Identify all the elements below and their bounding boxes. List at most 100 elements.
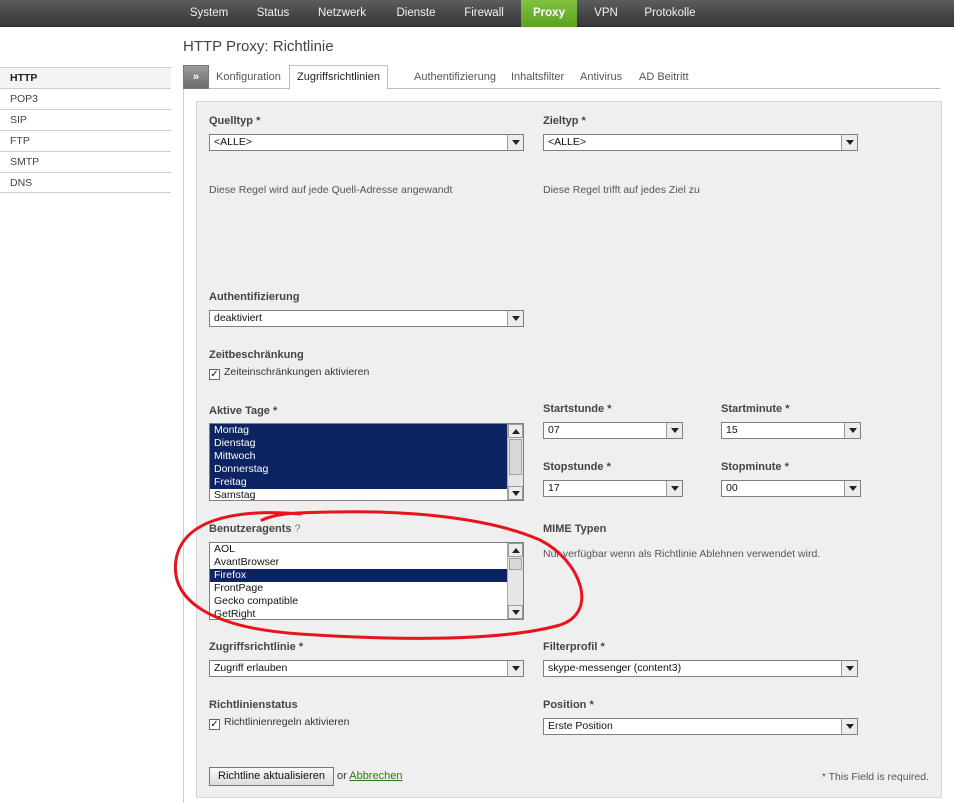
scroll-up-icon[interactable]	[508, 543, 523, 557]
position-label: Position *	[543, 699, 594, 711]
expand-icon[interactable]: »	[183, 65, 209, 89]
startstunde-label: Startstunde *	[543, 403, 612, 415]
chevron-down-icon[interactable]	[666, 423, 682, 438]
agents-listbox[interactable]: AOL AvantBrowser Firefox FrontPage Gecko…	[209, 542, 524, 620]
update-policy-button[interactable]: Richtline aktualisieren	[209, 767, 334, 786]
content-divider	[183, 89, 184, 803]
scroll-thumb[interactable]	[509, 558, 522, 570]
chevron-down-icon[interactable]	[507, 135, 523, 150]
filter-value: skype-messenger (content3)	[548, 662, 682, 674]
mime-label: MIME Typen	[543, 523, 607, 535]
zugriff-select[interactable]: Zugriff erlauben	[209, 660, 524, 677]
or-text: or	[337, 770, 347, 782]
zugriff-value: Zugriff erlauben	[214, 662, 288, 674]
list-item[interactable]: GetRight	[210, 608, 523, 619]
list-item[interactable]: Gecko compatible	[210, 595, 523, 608]
list-item[interactable]: Donnerstag	[210, 463, 523, 476]
position-select[interactable]: Erste Position	[543, 718, 858, 735]
actions-row: or Abbrechen	[337, 770, 402, 782]
position-value: Erste Position	[548, 720, 613, 732]
sidebar: HTTP POP3 SIP FTP SMTP DNS	[0, 67, 171, 193]
chevron-down-icon[interactable]	[507, 661, 523, 676]
chevron-down-icon[interactable]	[666, 481, 682, 496]
list-item[interactable]: Freitag	[210, 476, 523, 489]
stopstunde-select[interactable]: 17	[543, 480, 683, 497]
list-item[interactable]: Mittwoch	[210, 450, 523, 463]
mime-hint: Nur verfügbar wenn als Richtlinie Ablehn…	[543, 548, 821, 560]
policy-form-panel: Quelltyp * <ALLE> Diese Regel wird auf j…	[196, 101, 942, 798]
stopstunde-label: Stopstunde *	[543, 461, 611, 473]
list-item[interactable]: Montag	[210, 424, 523, 437]
filter-select[interactable]: skype-messenger (content3)	[543, 660, 858, 677]
scroll-down-icon[interactable]	[508, 486, 523, 500]
list-item[interactable]: Samstag	[210, 489, 523, 500]
nav-vpn[interactable]: VPN	[587, 0, 625, 27]
nav-protokolle[interactable]: Protokolle	[637, 0, 703, 27]
list-item[interactable]: Dienstag	[210, 437, 523, 450]
quelltyp-hint: Diese Regel wird auf jede Quell-Adresse …	[209, 184, 453, 196]
nav-firewall[interactable]: Firewall	[455, 0, 513, 27]
sidebar-item-http[interactable]: HTTP	[0, 67, 171, 88]
zugriff-label: Zugriffsrichtlinie *	[209, 641, 304, 653]
auth-value: deaktiviert	[214, 312, 262, 324]
stopminute-label: Stopminute *	[721, 461, 789, 473]
tab-zugriffsrichtlinien[interactable]: Zugriffsrichtlinien	[289, 65, 388, 90]
chevron-down-icon[interactable]	[507, 311, 523, 326]
nav-netzwerk[interactable]: Netzwerk	[309, 0, 375, 27]
nav-system[interactable]: System	[181, 0, 237, 27]
nav-status[interactable]: Status	[247, 0, 299, 27]
quelltyp-value: <ALLE>	[214, 136, 252, 148]
tage-listbox[interactable]: Montag Dienstag Mittwoch Donnerstag Frei…	[209, 423, 524, 501]
sidebar-item-smtp[interactable]: SMTP	[0, 151, 171, 172]
tab-authentifizierung[interactable]: Authentifizierung	[407, 65, 503, 89]
agents-label: Benutzeragents?	[209, 523, 301, 535]
help-icon[interactable]: ?	[295, 523, 301, 535]
tab-antivirus[interactable]: Antivirus	[573, 65, 629, 89]
agents-scrollbar[interactable]	[507, 543, 523, 619]
tage-label: Aktive Tage *	[209, 405, 278, 417]
cancel-link[interactable]: Abbrechen	[349, 770, 402, 782]
stopminute-select[interactable]: 00	[721, 480, 861, 497]
startstunde-select[interactable]: 07	[543, 422, 683, 439]
list-item[interactable]: FrontPage	[210, 582, 523, 595]
zeit-checkbox[interactable]: ✓	[209, 369, 220, 380]
chevron-down-icon[interactable]	[844, 423, 860, 438]
status-checkbox[interactable]: ✓	[209, 719, 220, 730]
tab-konfiguration[interactable]: Konfiguration	[209, 65, 288, 89]
list-item[interactable]: Firefox	[210, 569, 523, 582]
tage-scrollbar[interactable]	[507, 424, 523, 500]
auth-select[interactable]: deaktiviert	[209, 310, 524, 327]
top-navigation: System Status Netzwerk Dienste Firewall …	[0, 0, 954, 27]
sidebar-item-pop3[interactable]: POP3	[0, 88, 171, 109]
scroll-down-icon[interactable]	[508, 605, 523, 619]
zeit-checkbox-label: Zeiteinschränkungen aktivieren	[224, 366, 370, 378]
scroll-up-icon[interactable]	[508, 424, 523, 438]
tab-ad-beitritt[interactable]: AD Beitritt	[632, 65, 696, 89]
quelltyp-label: Quelltyp *	[209, 115, 261, 127]
nav-dienste[interactable]: Dienste	[387, 0, 445, 27]
nav-proxy[interactable]: Proxy	[521, 0, 577, 27]
zieltyp-label: Zieltyp *	[543, 115, 586, 127]
sidebar-item-ftp[interactable]: FTP	[0, 130, 171, 151]
scroll-thumb[interactable]	[509, 439, 522, 475]
chevron-down-icon[interactable]	[841, 135, 857, 150]
list-item[interactable]: AvantBrowser	[210, 556, 523, 569]
sidebar-item-sip[interactable]: SIP	[0, 109, 171, 130]
status-checkbox-row: ✓ Richtlinienregeln aktivieren	[209, 716, 349, 730]
required-note: * This Field is required.	[821, 771, 929, 783]
chevron-down-icon[interactable]	[841, 719, 857, 734]
quelltyp-select[interactable]: <ALLE>	[209, 134, 524, 151]
list-item[interactable]: AOL	[210, 543, 523, 556]
startminute-value: 15	[726, 424, 738, 436]
filter-label: Filterprofil *	[543, 641, 605, 653]
chevron-down-icon[interactable]	[844, 481, 860, 496]
sidebar-item-dns[interactable]: DNS	[0, 172, 171, 193]
auth-label: Authentifizierung	[209, 291, 300, 303]
tab-inhaltsfilter[interactable]: Inhaltsfilter	[504, 65, 571, 89]
stopminute-value: 00	[726, 482, 738, 494]
chevron-down-icon[interactable]	[841, 661, 857, 676]
zieltyp-value: <ALLE>	[548, 136, 586, 148]
startminute-select[interactable]: 15	[721, 422, 861, 439]
stopstunde-value: 17	[548, 482, 560, 494]
zieltyp-select[interactable]: <ALLE>	[543, 134, 858, 151]
